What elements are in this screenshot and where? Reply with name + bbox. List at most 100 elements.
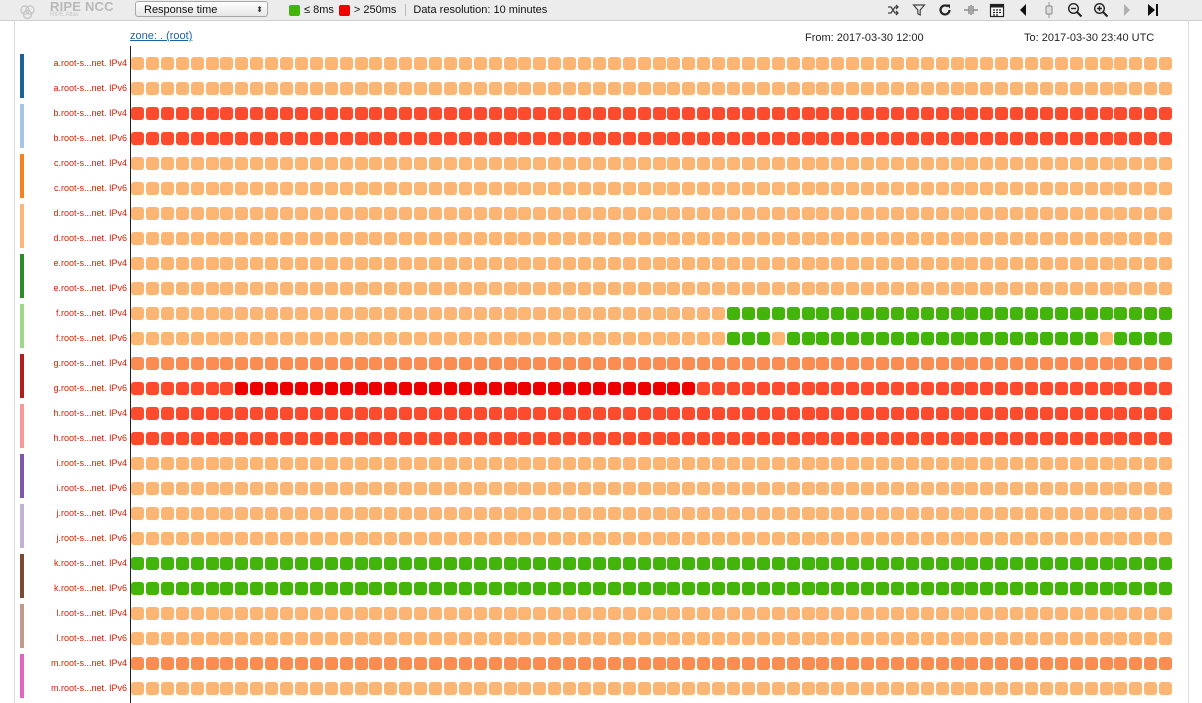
status-cell[interactable] <box>712 257 726 270</box>
status-cell[interactable] <box>1054 557 1068 570</box>
status-cell[interactable] <box>607 57 621 70</box>
status-cell[interactable] <box>920 482 934 495</box>
server-row[interactable]: a.root-s...net. IPv6 <box>0 77 1202 102</box>
status-cell[interactable] <box>727 482 740 495</box>
status-cell[interactable] <box>682 432 696 445</box>
status-cell[interactable] <box>652 432 666 445</box>
status-cell[interactable] <box>1084 382 1098 395</box>
status-cell[interactable] <box>160 132 174 145</box>
status-cell[interactable] <box>533 132 547 145</box>
status-cell[interactable] <box>1129 157 1143 170</box>
status-cell[interactable] <box>414 407 428 420</box>
status-cell[interactable] <box>399 132 413 145</box>
status-cell[interactable] <box>339 607 353 620</box>
status-cell[interactable] <box>369 607 383 620</box>
status-cell[interactable] <box>771 657 785 670</box>
status-cell[interactable] <box>414 207 428 220</box>
status-cell[interactable] <box>503 557 517 570</box>
status-cell[interactable] <box>235 532 249 545</box>
status-cell[interactable] <box>1099 107 1113 120</box>
status-cell[interactable] <box>682 532 696 545</box>
status-cell[interactable] <box>890 132 904 145</box>
status-cell[interactable] <box>563 257 577 270</box>
status-cell[interactable] <box>265 607 279 620</box>
status-cell[interactable] <box>965 607 979 620</box>
status-cell[interactable] <box>488 232 502 245</box>
status-cell[interactable] <box>190 282 204 295</box>
status-cell[interactable] <box>563 182 577 195</box>
status-cell[interactable] <box>771 107 785 120</box>
status-cell[interactable] <box>905 682 919 695</box>
status-cell[interactable] <box>980 82 994 95</box>
shuffle-button[interactable] <box>880 0 906 20</box>
status-cell[interactable] <box>220 232 234 245</box>
status-cell[interactable] <box>1025 407 1038 420</box>
status-cell[interactable] <box>1054 432 1068 445</box>
status-cell[interactable] <box>1069 382 1083 395</box>
status-cell[interactable] <box>339 582 353 595</box>
status-cell[interactable] <box>980 407 994 420</box>
status-cell[interactable] <box>1010 482 1024 495</box>
status-cell[interactable] <box>384 432 398 445</box>
status-cell[interactable] <box>980 57 994 70</box>
status-cell[interactable] <box>280 182 293 195</box>
status-cell[interactable] <box>756 257 770 270</box>
status-cell[interactable] <box>1099 332 1113 345</box>
status-cell[interactable] <box>1025 232 1038 245</box>
status-cell[interactable] <box>905 607 919 620</box>
status-cell[interactable] <box>1039 257 1053 270</box>
status-cell[interactable] <box>1084 332 1098 345</box>
status-cell[interactable] <box>1144 107 1158 120</box>
status-cell[interactable] <box>920 57 934 70</box>
status-cell[interactable] <box>369 657 383 670</box>
status-cell[interactable] <box>578 232 591 245</box>
status-cell[interactable] <box>220 182 234 195</box>
status-cell[interactable] <box>741 157 755 170</box>
status-cell[interactable] <box>607 82 621 95</box>
status-cell[interactable] <box>771 432 785 445</box>
status-cell[interactable] <box>890 632 904 645</box>
status-cell[interactable] <box>1069 532 1083 545</box>
status-cell[interactable] <box>682 207 696 220</box>
status-cell[interactable] <box>131 82 144 95</box>
status-cell[interactable] <box>831 507 845 520</box>
status-cell[interactable] <box>622 207 636 220</box>
status-cell[interactable] <box>667 507 681 520</box>
status-cell[interactable] <box>890 607 904 620</box>
status-cell[interactable] <box>250 607 264 620</box>
status-cell[interactable] <box>384 182 398 195</box>
status-cell[interactable] <box>458 582 472 595</box>
status-cell[interactable] <box>592 207 606 220</box>
status-cell[interactable] <box>1054 157 1068 170</box>
status-cell[interactable] <box>369 557 383 570</box>
status-cell[interactable] <box>950 607 964 620</box>
status-cell[interactable] <box>294 282 308 295</box>
status-cell[interactable] <box>324 607 338 620</box>
status-cell[interactable] <box>458 607 472 620</box>
status-cell[interactable] <box>578 332 591 345</box>
status-cell[interactable] <box>801 257 815 270</box>
status-cell[interactable] <box>205 407 219 420</box>
status-cell[interactable] <box>920 657 934 670</box>
status-cell[interactable] <box>995 532 1009 545</box>
status-cell[interactable] <box>131 382 144 395</box>
status-cell[interactable] <box>384 382 398 395</box>
status-cell[interactable] <box>205 207 219 220</box>
status-cell[interactable] <box>235 632 249 645</box>
status-cell[interactable] <box>1069 357 1083 370</box>
server-label[interactable]: f.root-s...net. IPv6 <box>56 333 127 343</box>
status-cell[interactable] <box>607 257 621 270</box>
status-cell[interactable] <box>816 182 830 195</box>
status-cell[interactable] <box>399 632 413 645</box>
status-cell[interactable] <box>190 532 204 545</box>
status-cell[interactable] <box>488 282 502 295</box>
status-cell[interactable] <box>280 307 293 320</box>
status-cell[interactable] <box>265 407 279 420</box>
status-cell[interactable] <box>1099 82 1113 95</box>
status-cell[interactable] <box>205 282 219 295</box>
status-cell[interactable] <box>265 157 279 170</box>
status-cell[interactable] <box>592 82 606 95</box>
status-cell[interactable] <box>220 607 234 620</box>
status-cell[interactable] <box>160 332 174 345</box>
status-cell[interactable] <box>533 207 547 220</box>
